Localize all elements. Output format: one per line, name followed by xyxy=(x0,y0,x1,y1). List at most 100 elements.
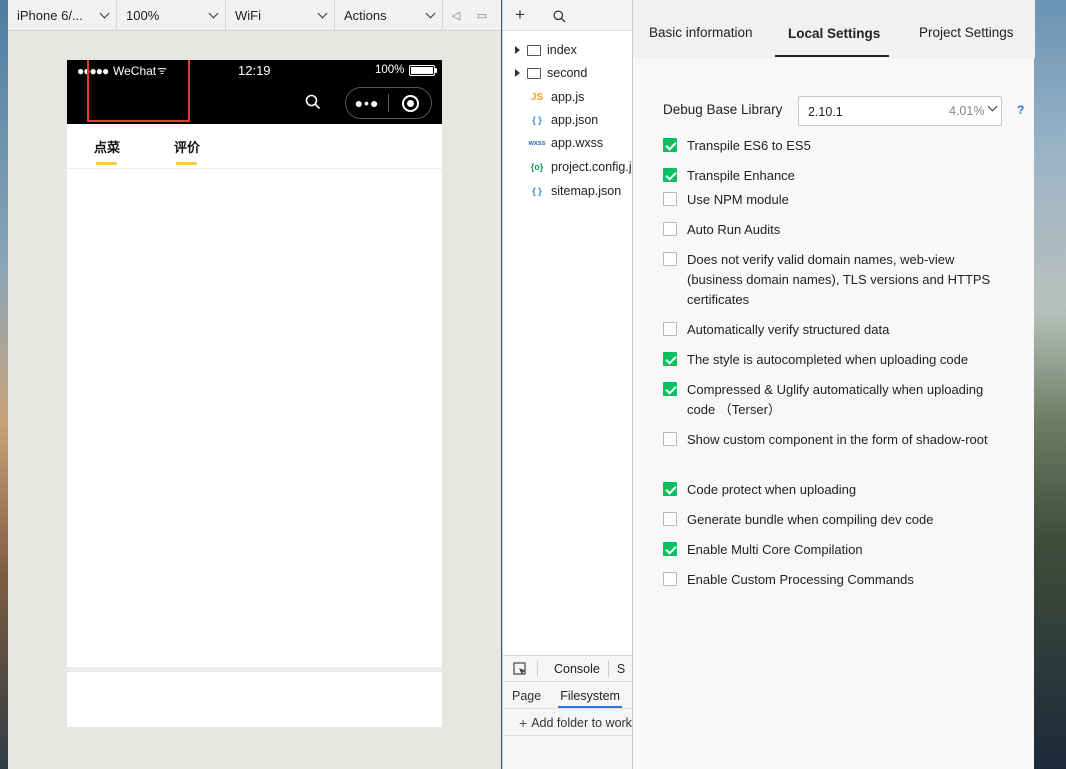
option-transpile-enhance[interactable]: Transpile Enhance xyxy=(663,166,993,186)
search-icon[interactable] xyxy=(553,10,566,23)
tab-page[interactable]: Page xyxy=(512,689,541,703)
device-select[interactable]: iPhone 6/... xyxy=(8,0,117,31)
tab-order[interactable]: 点菜 xyxy=(94,137,120,156)
option-label: Show custom component in the form of sha… xyxy=(687,432,988,447)
phone-screen: ●●●●● WeChat ᯤ 12:19 100% ●•● 点菜 评价 xyxy=(67,60,442,727)
tree-item-index[interactable]: index xyxy=(503,39,577,61)
toolbar-divider xyxy=(537,660,538,677)
option-custom-processing[interactable]: Enable Custom Processing Commands xyxy=(663,570,993,590)
chevron-down-icon xyxy=(317,8,328,18)
checkbox-unchecked[interactable] xyxy=(663,322,677,336)
add-folder-label: Add folder to work xyxy=(531,715,632,730)
network-select-label: WiFi xyxy=(235,7,261,23)
option-multi-core[interactable]: Enable Multi Core Compilation xyxy=(663,540,993,560)
actions-select[interactable]: Actions xyxy=(335,0,443,31)
tree-item-second[interactable]: second xyxy=(503,62,587,84)
debug-base-library-label: Debug Base Library xyxy=(663,102,783,117)
checkbox-checked[interactable] xyxy=(663,352,677,366)
tree-item-app-js[interactable]: JS app.js xyxy=(503,86,584,108)
option-label: Compressed & Uglify automatically when u… xyxy=(687,382,984,417)
close-mini-program-button[interactable] xyxy=(389,88,431,118)
tab-basic-information[interactable]: Basic information xyxy=(649,25,753,40)
tree-item-label: app.wxss xyxy=(551,136,604,150)
inspect-icon[interactable] xyxy=(513,661,527,676)
tab-local-settings[interactable]: Local Settings xyxy=(788,26,880,41)
option-npm-module[interactable]: Use NPM module xyxy=(663,190,993,210)
option-style-autocomplete[interactable]: The style is autocompleted when uploadin… xyxy=(663,350,993,370)
option-label: Auto Run Audits xyxy=(687,222,781,237)
option-compress-uglify[interactable]: Compressed & Uglify automatically when u… xyxy=(663,380,993,420)
js-file-icon: JS xyxy=(530,91,544,103)
actions-select-label: Actions xyxy=(344,7,387,23)
tab-console[interactable]: Console xyxy=(554,662,600,676)
tab-reviews[interactable]: 评价 xyxy=(174,137,200,156)
file-explorer: + index second JS app.js { } app.json wx… xyxy=(502,0,632,769)
checkbox-unchecked[interactable] xyxy=(663,222,677,236)
zoom-select-label: 100% xyxy=(126,7,160,23)
chevron-down-icon xyxy=(99,8,110,18)
tree-item-label: sitemap.json xyxy=(551,184,622,198)
target-icon xyxy=(401,94,419,112)
more-dots-icon[interactable]: ●•● xyxy=(346,88,388,118)
option-label: Transpile ES6 to ES5 xyxy=(687,138,811,153)
status-time: 12:19 xyxy=(238,63,271,78)
toolbar-divider xyxy=(607,660,609,677)
tree-item-app-wxss[interactable]: wxss app.wxss xyxy=(503,132,603,154)
add-icon[interactable]: + xyxy=(515,5,525,25)
library-usage-percent: 4.01% xyxy=(949,104,985,118)
tab-order-indicator xyxy=(96,162,117,165)
checkbox-unchecked[interactable] xyxy=(663,192,677,206)
tree-item-label: app.js xyxy=(551,90,585,104)
checkbox-unchecked[interactable] xyxy=(663,432,677,446)
tab-sources[interactable]: S xyxy=(617,662,625,676)
checkbox-checked[interactable] xyxy=(663,382,677,396)
option-auto-run-audits[interactable]: Auto Run Audits xyxy=(663,220,993,240)
sources-subtab-row: Page Filesystem xyxy=(503,683,632,709)
simulator-toolbar: iPhone 6/... 100% WiFi Actions ◁ ▭ xyxy=(8,0,501,31)
tree-item-project-config[interactable]: {o} project.config.js xyxy=(503,156,632,178)
desktop-wallpaper-left xyxy=(0,0,8,769)
battery-icon xyxy=(409,65,435,76)
tree-item-sitemap-json[interactable]: { } sitemap.json xyxy=(503,180,621,202)
checkbox-checked[interactable] xyxy=(663,482,677,496)
active-tab-indicator xyxy=(775,55,889,57)
option-verify-structured-data[interactable]: Automatically verify structured data xyxy=(663,320,993,340)
option-label: Does not verify valid domain names, web-… xyxy=(687,252,991,307)
option-transpile-es6[interactable]: Transpile ES6 to ES5 xyxy=(663,136,993,156)
checkbox-unchecked[interactable] xyxy=(663,572,677,586)
tree-item-app-json[interactable]: { } app.json xyxy=(503,109,598,131)
chevron-down-icon xyxy=(425,8,436,18)
search-icon[interactable] xyxy=(305,94,321,110)
option-code-protect[interactable]: Code protect when uploading xyxy=(663,480,993,500)
zoom-select[interactable]: 100% xyxy=(117,0,226,31)
window-icon[interactable]: ▭ xyxy=(469,0,495,31)
option-shadow-root[interactable]: Show custom component in the form of sha… xyxy=(663,430,993,450)
checkbox-checked[interactable] xyxy=(663,168,677,182)
option-generate-bundle[interactable]: Generate bundle when compiling dev code xyxy=(663,510,993,530)
checkbox-checked[interactable] xyxy=(663,138,677,152)
debug-base-library-select[interactable]: 2.10.1 4.01% xyxy=(798,96,1002,126)
add-folder-row[interactable]: + Add folder to work xyxy=(503,710,632,736)
option-skip-domain-verify[interactable]: Does not verify valid domain names, web-… xyxy=(663,250,993,310)
speaker-icon[interactable]: ◁ xyxy=(443,0,469,31)
tree-item-label: app.json xyxy=(551,113,599,127)
expand-arrow-icon xyxy=(515,46,520,54)
add-icon: + xyxy=(519,714,528,731)
checkbox-unchecked[interactable] xyxy=(663,252,677,266)
phone-tab-bar: 点菜 评价 xyxy=(67,124,442,169)
folder-icon xyxy=(527,67,541,79)
network-select[interactable]: WiFi xyxy=(226,0,335,31)
option-label: Use NPM module xyxy=(687,192,789,207)
tab-filesystem[interactable]: Filesystem xyxy=(558,689,622,708)
tab-project-settings[interactable]: Project Settings xyxy=(919,25,1014,40)
phone-status-bar: ●●●●● WeChat ᯤ 12:19 100% ●•● xyxy=(67,60,442,124)
checkbox-unchecked[interactable] xyxy=(663,512,677,526)
checkbox-checked[interactable] xyxy=(663,542,677,556)
settings-panel: Basic information Local Settings Project… xyxy=(632,0,1035,769)
json-file-icon: { } xyxy=(532,115,542,125)
help-icon[interactable]: ? xyxy=(1017,103,1024,117)
battery-percent: 100% xyxy=(375,64,405,76)
highlight-box xyxy=(87,60,190,122)
tree-item-label: project.config.js xyxy=(551,160,632,174)
tab-reviews-indicator xyxy=(176,162,197,165)
